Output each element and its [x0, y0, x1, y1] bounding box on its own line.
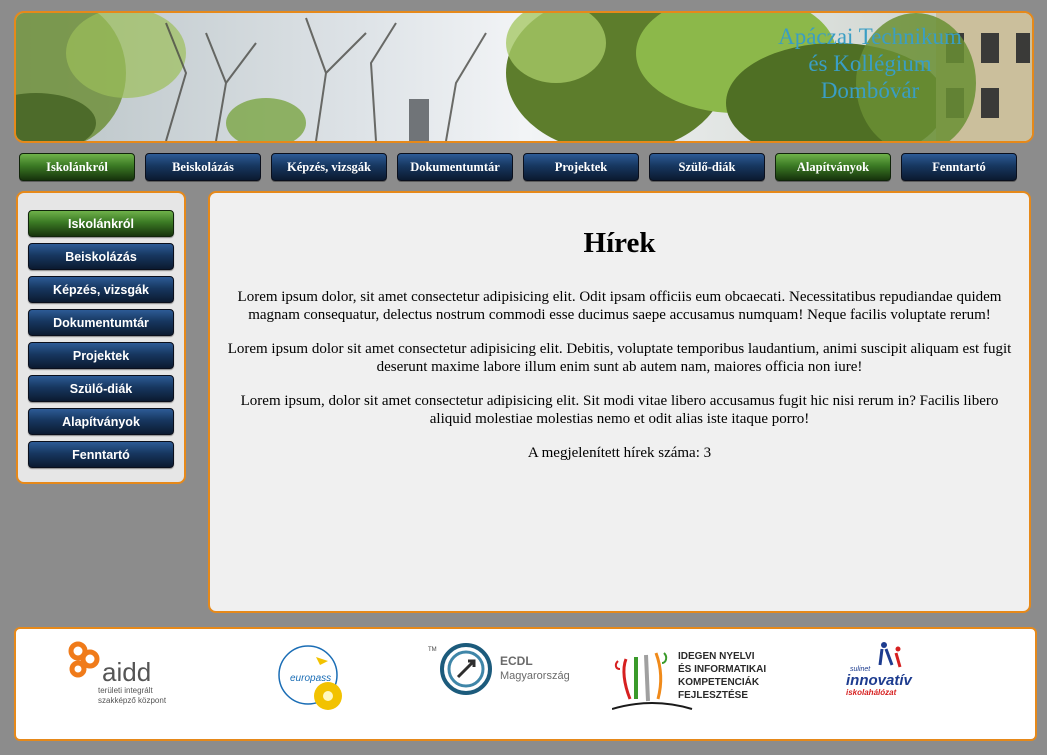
- aidd-name: aidd: [102, 657, 151, 687]
- header-banner: Apáczai Technikum és Kollégium Dombóvár: [14, 11, 1034, 143]
- top-navigation: Iskolánkról Beiskolázás Képzés, vizsgák …: [19, 153, 1019, 181]
- topnav-szulo-diak-button[interactable]: Szülő-diák: [649, 153, 765, 181]
- sidenav-kepzes-vizsgak-button[interactable]: Képzés, vizsgák: [28, 276, 174, 303]
- page-title: Hírek: [583, 227, 656, 259]
- sidenav-iskolankrol-button[interactable]: Iskolánkról: [28, 210, 174, 237]
- sidenav-alapitvanyok-button[interactable]: Alapítványok: [28, 408, 174, 435]
- school-name: Apáczai Technikum és Kollégium Dombóvár: [740, 23, 1000, 104]
- idegen-line3: KOMPETENCIÁK: [678, 675, 760, 688]
- ecdl-mark-icon: TM ECDL Magyarország: [428, 643, 570, 695]
- topnav-dokumentumtar-button[interactable]: Dokumentumtár: [397, 153, 513, 181]
- idegen-nyelvi-logo[interactable]: IDEGEN NYELVI ÉS INFORMATIKAI KOMPETENCI…: [611, 639, 782, 717]
- news-count-text: A megjelenített hírek száma: 3: [527, 445, 712, 461]
- topnav-beiskolazas-button[interactable]: Beiskolázás: [145, 153, 261, 181]
- sidenav-dokumentumtar-button[interactable]: Dokumentumtár: [28, 309, 174, 336]
- topnav-alapitvanyok-button[interactable]: Alapítványok: [775, 153, 891, 181]
- topnav-fenntarto-button[interactable]: Fenntartó: [901, 153, 1017, 181]
- partner-logos-footer: aidd területi integrált szakképző közpon…: [14, 627, 1037, 741]
- ecdl-line2: Magyarország: [500, 670, 570, 682]
- innovativ-mark-icon: sulinet innovatív iskolahálózat: [846, 642, 914, 697]
- idegen-line4: FEJLESZTÉSE: [678, 688, 748, 701]
- news-paragraph-3: Lorem ipsum, dolor sit amet consectetur …: [240, 393, 999, 427]
- school-name-line-2: és Kollégium: [808, 51, 932, 76]
- sidenav-szulo-diak-button[interactable]: Szülő-diák: [28, 375, 174, 402]
- innovativ-main: innovatív: [846, 672, 914, 689]
- europass-logo[interactable]: europass: [276, 643, 348, 715]
- idegen-line1: IDEGEN NYELVI: [678, 651, 755, 662]
- sidenav-beiskolazas-button[interactable]: Beiskolázás: [28, 243, 174, 270]
- innovativ-sub: iskolahálózat: [846, 688, 897, 697]
- aidd-mark-icon: aidd területi integrált szakképző közpon…: [68, 641, 167, 705]
- school-name-line-1: Apáczai Technikum: [778, 24, 962, 49]
- sidenav-projektek-button[interactable]: Projektek: [28, 342, 174, 369]
- aidd-logo[interactable]: aidd területi integrált szakképző közpon…: [68, 641, 198, 711]
- idegen-line2: ÉS INFORMATIKAI: [678, 662, 766, 675]
- innovativ-iskolahalozat-logo[interactable]: sulinet innovatív iskolahálózat: [844, 639, 924, 701]
- ecdl-line1: ECDL: [500, 654, 533, 668]
- sidenav-fenntarto-button[interactable]: Fenntartó: [28, 441, 174, 468]
- news-paragraph-2: Lorem ipsum dolor sit amet consectetur a…: [227, 341, 1012, 375]
- europass-mark-icon: europass: [278, 645, 342, 710]
- topnav-kepzes-vizsgak-button[interactable]: Képzés, vizsgák: [271, 153, 387, 181]
- news-content-panel: Hírek Lorem ipsum dolor, sit amet consec…: [208, 191, 1031, 613]
- aidd-sub1: területi integrált: [98, 686, 153, 695]
- ecdl-tm: TM: [428, 647, 437, 653]
- school-name-line-3: Dombóvár: [820, 78, 920, 103]
- topnav-iskolankrol-button[interactable]: Iskolánkról: [19, 153, 135, 181]
- ecdl-logo[interactable]: TM ECDL Magyarország: [428, 639, 578, 699]
- news-paragraph-1: Lorem ipsum dolor, sit amet consectetur …: [237, 289, 1002, 323]
- side-navigation: Iskolánkról Beiskolázás Képzés, vizsgák …: [16, 191, 186, 484]
- aidd-sub2: szakképző központ: [98, 696, 167, 705]
- topnav-projektek-button[interactable]: Projektek: [523, 153, 639, 181]
- idegen-nyelvi-mark-icon: IDEGEN NYELVI ÉS INFORMATIKAI KOMPETENCI…: [611, 651, 766, 710]
